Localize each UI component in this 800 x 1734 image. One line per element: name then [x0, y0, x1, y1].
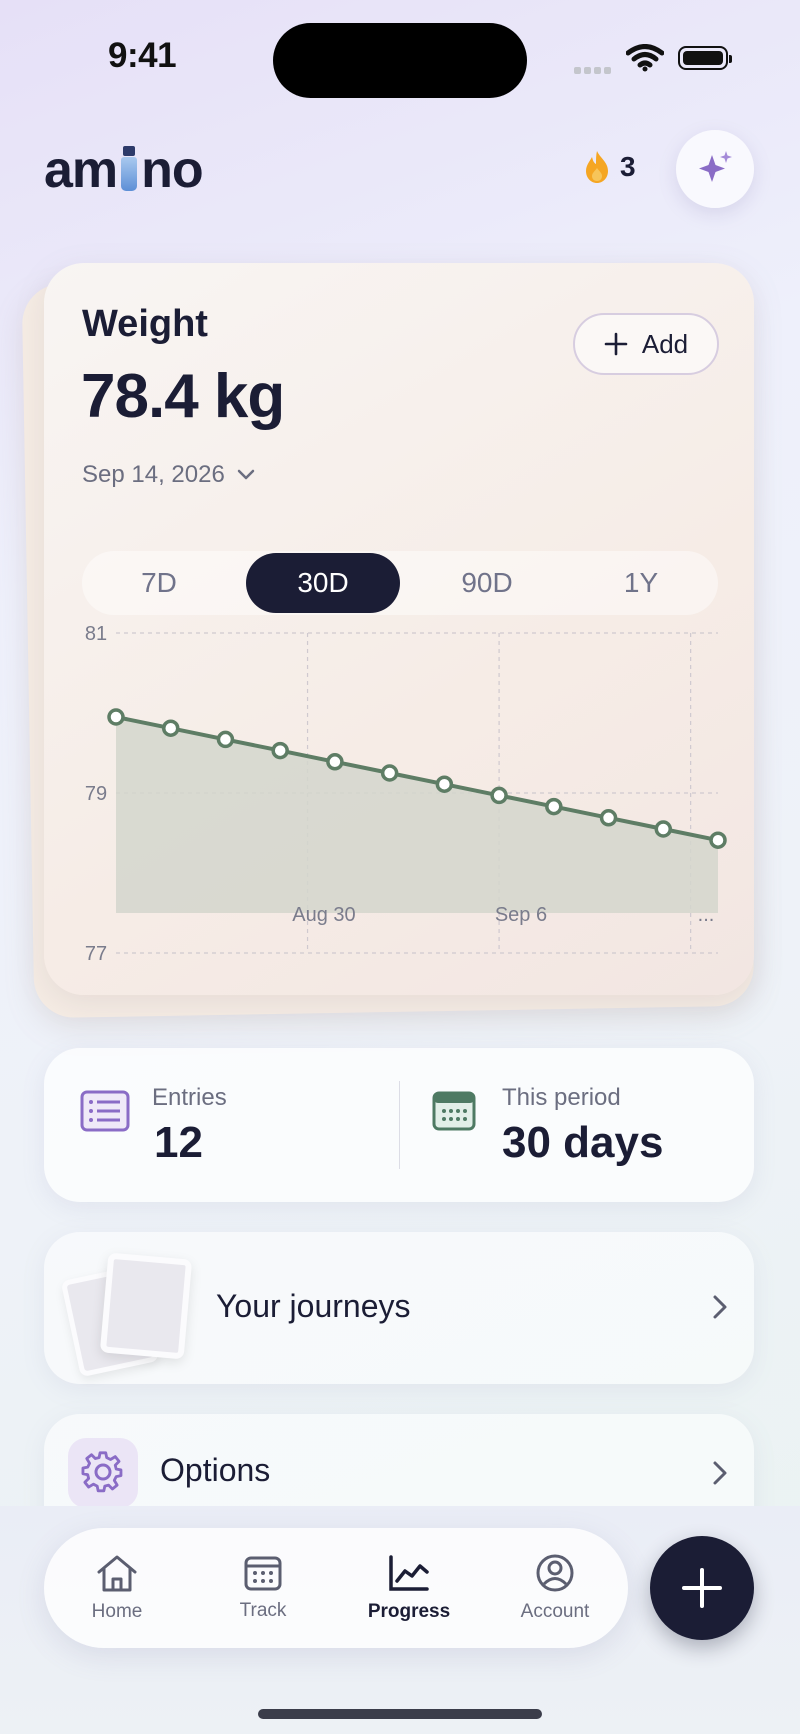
y-tick-label: 79 [85, 783, 107, 805]
chart-data-point[interactable] [599, 809, 618, 827]
tab-track[interactable]: Track [190, 1528, 336, 1648]
home-indicator [258, 1709, 542, 1719]
home-icon [97, 1555, 137, 1592]
y-tick-label: 77 [85, 943, 107, 965]
tab-progress[interactable]: Progress [336, 1528, 482, 1648]
entries-label: Entries [152, 1084, 227, 1111]
list-icon [80, 1090, 130, 1132]
tab-home[interactable]: Home [44, 1528, 190, 1648]
chart-data-point[interactable] [216, 730, 235, 749]
tab-home-label: Home [91, 1601, 143, 1622]
entries-value: 12 [154, 1118, 203, 1167]
range-tab-30d[interactable]: 30D [246, 553, 400, 613]
chart-data-point[interactable] [380, 764, 399, 782]
flame-icon [586, 151, 608, 183]
weight-chart: 81 79 77 Aug 30 Sep 6... [85, 623, 727, 965]
ai-assistant-button[interactable] [676, 130, 754, 208]
chevron-right-icon [713, 1295, 727, 1319]
plus-icon [682, 1568, 722, 1608]
chart-data-point[interactable] [161, 719, 180, 737]
tab-progress-label: Progress [367, 1601, 451, 1622]
selected-date: Sep 14, 2026 [82, 461, 225, 488]
range-tab-1y[interactable]: 1Y [564, 553, 718, 613]
weight-title: Weight [82, 303, 208, 345]
dynamic-island [273, 23, 527, 98]
person-icon [536, 1554, 574, 1592]
options-icon-tile [68, 1438, 138, 1508]
calendar-icon [432, 1091, 476, 1131]
range-tab-90d[interactable]: 90D [410, 553, 564, 613]
range-tab-7d[interactable]: 7D [82, 553, 236, 613]
add-button-label: Add [641, 328, 689, 359]
x-tick-label: Sep 6 [495, 904, 547, 926]
x-tick-label: ... [698, 904, 715, 926]
chevron-down-icon [237, 469, 255, 480]
streak-counter[interactable]: 3 [584, 150, 636, 184]
chart-data-point[interactable] [545, 797, 563, 816]
journeys-card[interactable]: Your journeys [44, 1232, 754, 1384]
range-selector: 7D 30D 90D 1Y [82, 551, 718, 615]
chart-data-point[interactable] [435, 775, 454, 793]
journeys-label: Your journeys [216, 1288, 411, 1324]
gear-icon [81, 1451, 123, 1493]
stats-divider [399, 1081, 400, 1169]
chart-data-point[interactable] [709, 831, 727, 849]
chart-data-point[interactable] [490, 786, 508, 805]
calendar-icon [244, 1556, 282, 1591]
plus-icon [604, 332, 628, 356]
stats-card: Entries 12 This period 30 days [44, 1048, 754, 1202]
wifi-icon [625, 44, 665, 77]
chart-data-point[interactable] [654, 820, 673, 838]
tab-track-label: Track [239, 1600, 287, 1621]
x-tick-label: Aug 30 [292, 904, 355, 926]
photo-stack-front [99, 1252, 193, 1360]
chart-icon [389, 1555, 429, 1591]
streak-count: 3 [620, 151, 636, 182]
weight-value: 78.4 kg [81, 362, 285, 431]
tab-account-label: Account [520, 1601, 590, 1622]
sparkle-icon [699, 151, 732, 182]
tab-account[interactable]: Account [482, 1528, 628, 1648]
period-label: This period [502, 1084, 621, 1111]
app-logo: am no [44, 130, 204, 200]
period-value: 30 days [502, 1118, 664, 1167]
date-selector[interactable]: Sep 14, 2026 [82, 461, 255, 489]
add-weight-button[interactable]: Add [573, 313, 719, 375]
chevron-right-icon [713, 1461, 727, 1485]
options-label: Options [160, 1452, 271, 1488]
chart-data-point[interactable] [271, 741, 289, 760]
status-time: 9:41 [108, 36, 177, 75]
battery-icon [678, 46, 732, 70]
y-tick-label: 81 [85, 623, 107, 645]
logo-text-right: no [141, 141, 204, 199]
weight-card: Weight 78.4 kg Sep 14, 2026 Add 7D 30D 9… [44, 263, 754, 995]
quick-add-button[interactable] [650, 1536, 754, 1640]
vial-icon [119, 146, 139, 194]
logo-text-left: am [44, 141, 118, 199]
chart-area-fill [116, 717, 718, 913]
chart-data-point[interactable] [107, 708, 125, 726]
tab-bar: Home Track Progress Account [44, 1528, 628, 1648]
cellular-signal-icon [574, 61, 614, 79]
chart-data-point[interactable] [326, 753, 344, 771]
